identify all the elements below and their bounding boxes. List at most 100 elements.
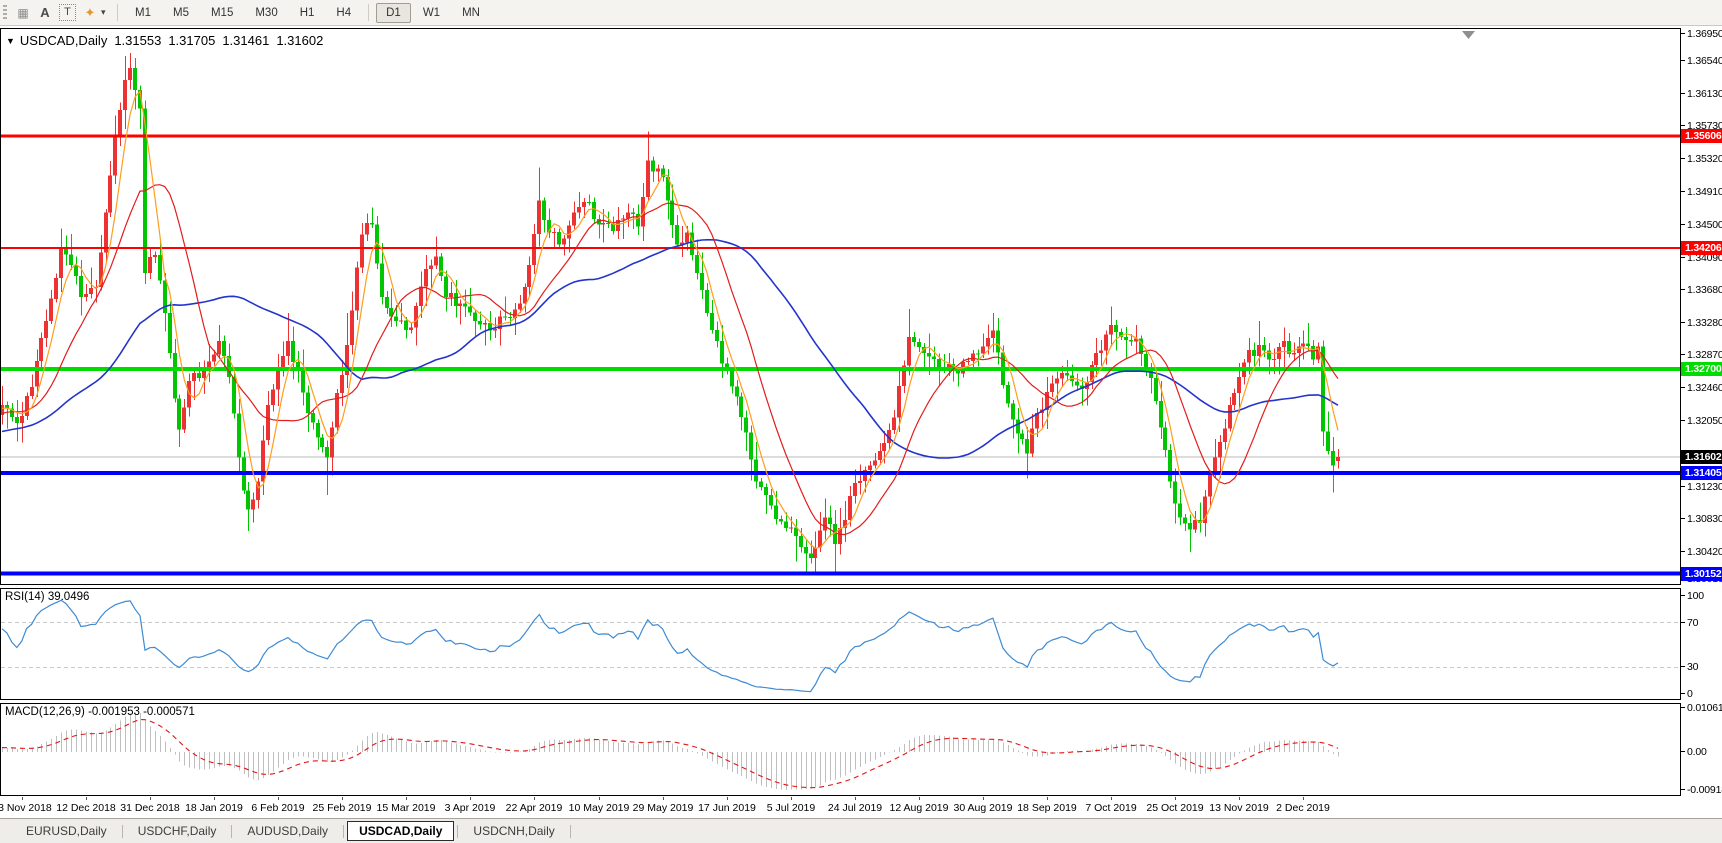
- timeframe-button-d1[interactable]: D1: [376, 2, 411, 23]
- date-axis-label: 5 Jul 2019: [766, 802, 816, 814]
- toolbar-drag-handle[interactable]: [3, 4, 7, 21]
- macd-indicator-panel[interactable]: [0, 703, 1681, 796]
- ohlc-low: 1.31461: [222, 33, 270, 48]
- axis-tick-label: 1.36130: [1681, 88, 1722, 100]
- symbol-tab-usdcad[interactable]: USDCAD,Daily: [347, 821, 455, 841]
- timeframe-button-m5[interactable]: M5: [163, 3, 199, 23]
- date-axis-label: 30 Aug 2019: [953, 802, 1013, 814]
- date-axis-label: 25 Feb 2019: [312, 802, 372, 814]
- date-axis-tick: [855, 797, 856, 800]
- timeframe-button-m1[interactable]: M1: [125, 3, 161, 23]
- tab-separator: [121, 824, 123, 838]
- date-axis-tick: [278, 797, 279, 800]
- timeframe-button-m15[interactable]: M15: [201, 3, 243, 23]
- date-axis-tick: [1303, 797, 1304, 800]
- ohlc-high: 1.31705: [168, 33, 216, 48]
- chart-grid-icon[interactable]: ▦: [12, 6, 34, 20]
- toolbar: ▦ A T ✦ ▾ M1 M5 M15 M30 H1 H4 D1 W1 MN: [0, 0, 1722, 26]
- axis-tick-label: 1.34910: [1681, 186, 1722, 198]
- axis-tick-label: 1.32460: [1681, 382, 1722, 394]
- symbol-tab-eurusd[interactable]: EURUSD,Daily: [14, 821, 119, 841]
- ohlc-close: 1.31602: [276, 33, 324, 48]
- date-axis-tick: [919, 797, 920, 800]
- date-axis-label: 18 Jan 2019: [185, 802, 243, 814]
- date-axis-tick: [86, 797, 87, 800]
- font-tool-icon[interactable]: A: [34, 5, 56, 20]
- toolbar-separator: [117, 4, 118, 21]
- axis-tick-label: 1.30420: [1681, 546, 1722, 558]
- colors-dropdown-caret[interactable]: ▾: [101, 7, 111, 18]
- toolbar-separator: [368, 4, 370, 21]
- date-axis-tick: [663, 797, 664, 800]
- timeframe-button-mn[interactable]: MN: [452, 3, 490, 23]
- axis-tick-label: 0: [1681, 688, 1722, 700]
- axis-tick-label: 1.32870: [1681, 349, 1722, 361]
- axis-tick-label: 1.31230: [1681, 481, 1722, 493]
- axis-tick-label: 1.32050: [1681, 415, 1722, 427]
- axis-tick-label: 1.30830: [1681, 513, 1722, 525]
- date-axis-label: 7 Oct 2019: [1085, 802, 1137, 814]
- date-axis-label: 3 Apr 2019: [444, 802, 496, 814]
- date-axis-tick: [983, 797, 984, 800]
- date-axis-tick: [534, 797, 535, 800]
- price-level-badge: 1.32700: [1681, 362, 1722, 377]
- date-axis-label: 12 Dec 2018: [56, 802, 116, 814]
- price-level-badge: 1.31602: [1681, 450, 1722, 465]
- date-axis-tick: [22, 797, 23, 800]
- tab-separator: [457, 824, 459, 838]
- axis-tick-label: 1.35320: [1681, 153, 1722, 165]
- main-price-chart[interactable]: [0, 28, 1681, 585]
- date-axis-tick: [1239, 797, 1240, 800]
- ohlc-open: 1.31553: [114, 33, 162, 48]
- date-axis-tick: [150, 797, 151, 800]
- date-axis-tick: [342, 797, 343, 800]
- timeframe-button-m30[interactable]: M30: [245, 3, 287, 23]
- axis-tick-label: 1.36950: [1681, 28, 1722, 40]
- date-axis-label: 13 Nov 2019: [1209, 802, 1269, 814]
- date-axis-label: 22 Apr 2019: [505, 802, 563, 814]
- axis-tick-label: 30: [1681, 661, 1722, 673]
- date-axis-tick: [599, 797, 600, 800]
- trading-app-window: ▦ A T ✦ ▾ M1 M5 M15 M30 H1 H4 D1 W1 MN ▼ USDCAD,D…: [0, 0, 1722, 843]
- axis-tick-label: -0.00918: [1681, 784, 1722, 796]
- axis-tick-label: 1.33280: [1681, 317, 1722, 329]
- date-axis-label: 15 Mar 2019: [376, 802, 436, 814]
- timeframe-buttons: M1 M5 M15 M30 H1 H4 D1 W1 MN: [124, 2, 491, 23]
- tab-separator: [569, 824, 571, 838]
- date-axis-label: 18 Sep 2019: [1017, 802, 1077, 814]
- axis-tick-label: 1.34500: [1681, 219, 1722, 231]
- date-axis-label: 31 Dec 2018: [120, 802, 180, 814]
- symbol-tab-usdcnh[interactable]: USDCNH,Daily: [461, 821, 566, 841]
- date-axis-label: 23 Nov 2018: [0, 802, 52, 814]
- chart-ohlc-title: ▼ USDCAD,Daily 1.31553 1.31705 1.31461 1.3160…: [6, 33, 330, 48]
- axis-tick-label: 1.36540: [1681, 55, 1722, 67]
- collapse-triangle-icon[interactable]: ▼: [6, 36, 15, 46]
- date-axis-tick: [1111, 797, 1112, 800]
- timeframe-button-w1[interactable]: W1: [413, 3, 450, 23]
- date-axis-tick: [470, 797, 471, 800]
- colors-icon[interactable]: ✦: [79, 5, 101, 21]
- date-axis-label: 29 May 2019: [632, 802, 694, 814]
- date-axis-label: 25 Oct 2019: [1146, 802, 1204, 814]
- date-axis-label: 24 Jul 2019: [827, 802, 883, 814]
- rsi-indicator-panel[interactable]: [0, 588, 1681, 700]
- text-label-icon[interactable]: T: [59, 4, 76, 21]
- date-axis-label: 6 Feb 2019: [251, 802, 305, 814]
- axis-tick-label: 0.010615: [1681, 702, 1722, 714]
- symbol-tab-audusd[interactable]: AUDUSD,Daily: [235, 821, 340, 841]
- date-axis-tick: [791, 797, 792, 800]
- date-axis-tick: [406, 797, 407, 800]
- date-axis-tick: [727, 797, 728, 800]
- price-level-badge: 1.31405: [1681, 466, 1722, 481]
- timeframe-button-h4[interactable]: H4: [326, 3, 361, 23]
- timeframe-button-h1[interactable]: H1: [290, 3, 325, 23]
- symbol-tab-usdchf[interactable]: USDCHF,Daily: [126, 821, 229, 841]
- axis-tick-label: 1.33680: [1681, 284, 1722, 296]
- date-axis-label: 12 Aug 2019: [889, 802, 949, 814]
- date-axis-label: 17 Jun 2019: [698, 802, 756, 814]
- tab-separator: [343, 824, 345, 838]
- date-axis[interactable]: 23 Nov 2018 12 Dec 2018 31 Dec 2018 18 Jan …: [0, 797, 1722, 818]
- date-axis-tick: [1175, 797, 1176, 800]
- axis-tick-label: 70: [1681, 617, 1722, 629]
- chart-symbol-label: USDCAD,Daily: [19, 33, 108, 48]
